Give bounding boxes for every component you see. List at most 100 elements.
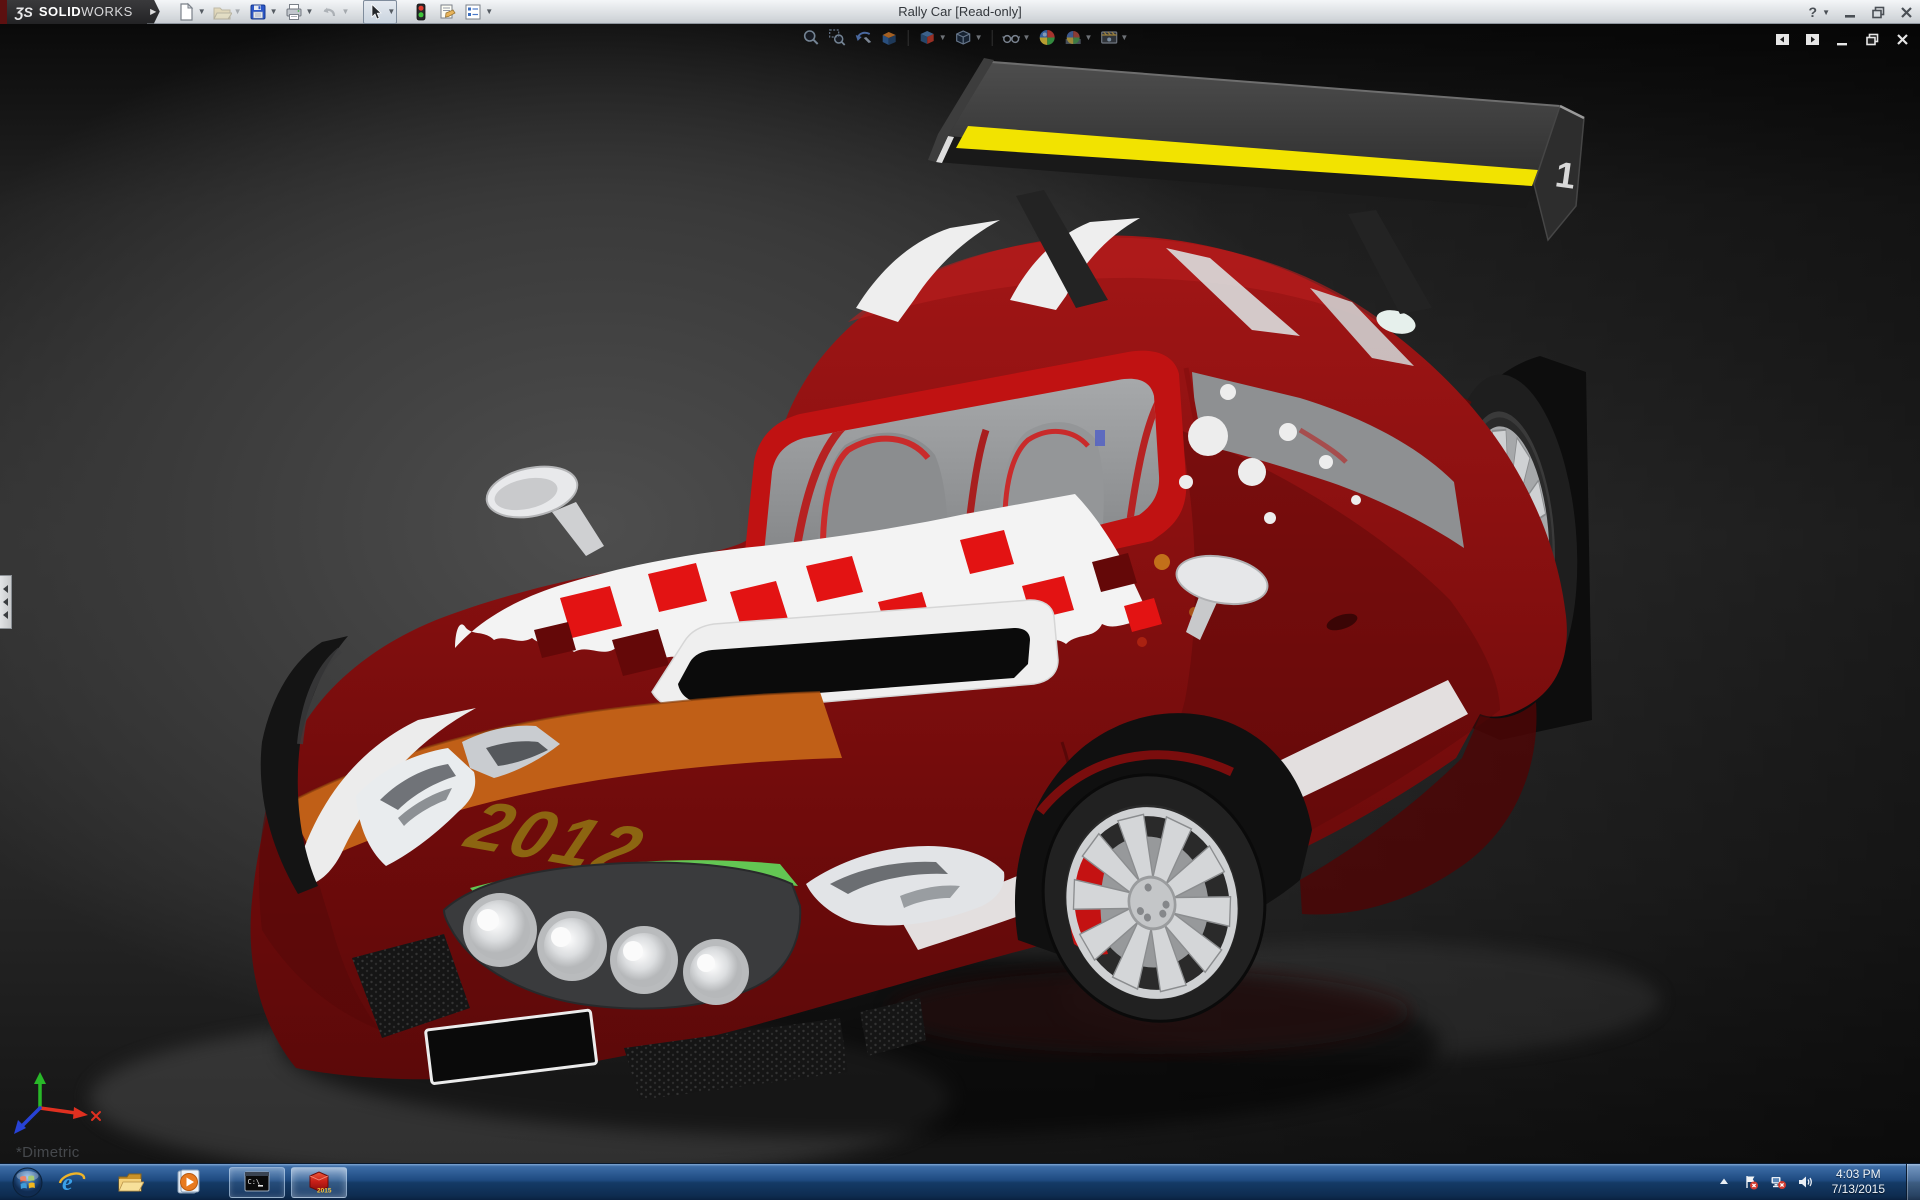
help-dropdown-arrow[interactable]: ▼ [1822,8,1830,17]
clock-date: 7/13/2015 [1832,1182,1885,1197]
zoom-to-area-button[interactable] [828,28,847,47]
collapse-arrow-icon [3,598,8,606]
display-style-dropdown-arrow[interactable]: ▼ [975,33,983,42]
file-properties-button[interactable] [435,0,459,24]
undo-button[interactable]: ▼ [317,0,351,24]
zoom-to-fit-icon [802,28,821,47]
edit-appearance-button[interactable] [1037,28,1056,47]
view-orientation-label: *Dimetric [16,1144,80,1161]
new-document-icon [176,2,196,22]
cmd-icon-text: C:\ [248,1178,261,1186]
feature-manager-collapsed-tab[interactable] [0,575,12,629]
action-center-icon[interactable] [1743,1174,1759,1190]
title-bar: ƷS SOLIDWORKS ▶ ▼ ▼ ▼ ▼ ▼ [0,0,1920,24]
taskbar-windows-explorer[interactable] [115,1167,145,1197]
headsup-view-toolbar: ▼ ▼ ▼ ▼ ▼ [802,28,1129,47]
orientation-triad [14,1072,100,1134]
solidworks-window: ƷS SOLIDWORKS ▶ ▼ ▼ ▼ ▼ ▼ [0,0,1920,1200]
doc-minimize-button[interactable] [1835,32,1850,47]
select-button[interactable]: ▼ [363,0,397,24]
solidworks-2015-icon: 2015 [306,1170,332,1194]
headsup-separator [908,30,909,46]
menu-flyout-button[interactable]: ▶ [147,0,160,24]
new-dropdown-arrow[interactable]: ▼ [198,7,206,16]
previous-view-icon [854,28,873,47]
show-right-pane-button[interactable] [1805,32,1820,47]
viewport-canvas[interactable]: ▼ ▼ ▼ ▼ ▼ [0,24,1920,1163]
apply-scene-dropdown-arrow[interactable]: ▼ [1084,33,1092,42]
system-tray: 4:03 PM 7/13/2015 [1716,1164,1920,1200]
zoom-to-fit-button[interactable] [802,28,821,47]
print-icon [284,2,304,22]
section-view-button[interactable] [880,28,899,47]
show-left-pane-button[interactable] [1775,32,1790,47]
mirror-left [482,459,604,556]
select-cursor-icon [365,2,385,22]
rally-car-model: 2012 [0,24,1920,1163]
show-desktop-button[interactable] [1906,1164,1920,1200]
doc-restore-button[interactable] [1865,32,1880,47]
volume-icon[interactable] [1797,1174,1813,1190]
select-dropdown-arrow[interactable]: ▼ [387,7,395,16]
display-style-button[interactable]: ▼ [954,28,983,47]
window-title: Rally Car [Read-only] [898,0,1022,24]
help-button[interactable]: ? [1809,4,1818,20]
folder-icon [116,1168,144,1196]
taskbar-clock[interactable]: 4:03 PM 7/13/2015 [1832,1167,1885,1197]
zoom-to-area-icon [828,28,847,47]
brand-accent [0,0,7,24]
open-dropdown-arrow[interactable]: ▼ [234,7,242,16]
open-button[interactable]: ▼ [210,0,244,24]
hide-show-items-icon [1002,28,1021,47]
network-status-icon[interactable] [1770,1174,1786,1190]
print-button[interactable]: ▼ [282,0,316,24]
restore-button[interactable] [1871,5,1886,20]
hide-show-items-button[interactable]: ▼ [1002,28,1031,47]
windows-taskbar: e [0,1163,1920,1200]
clock-time: 4:03 PM [1832,1167,1885,1182]
undo-arrow-icon [319,2,339,22]
close-button[interactable] [1899,5,1914,20]
save-floppy-icon [248,2,268,22]
internet-explorer-icon: e [58,1168,86,1196]
solidworks-logo: ƷS SOLIDWORKS [7,0,147,24]
view-settings-dropdown-arrow[interactable]: ▼ [1120,33,1128,42]
display-style-icon [954,28,973,47]
view-orientation-dropdown-arrow[interactable]: ▼ [939,33,947,42]
rebuild-button[interactable] [409,0,433,24]
view-settings-button[interactable]: ▼ [1099,28,1128,47]
headsup-separator [992,30,993,46]
print-dropdown-arrow[interactable]: ▼ [306,7,314,16]
undo-dropdown-arrow[interactable]: ▼ [341,7,349,16]
hide-show-items-dropdown-arrow[interactable]: ▼ [1023,33,1031,42]
apply-scene-button[interactable]: ▼ [1063,28,1092,47]
view-orientation-button[interactable]: ▼ [918,28,947,47]
rebuild-traffic-light-icon [411,2,431,22]
section-view-icon [880,28,899,47]
options-checklist-icon [463,2,483,22]
options-button[interactable]: ▼ [461,0,495,24]
pinned-apps: e [57,1167,203,1197]
show-hidden-icons-button[interactable] [1716,1174,1732,1190]
taskbar-internet-explorer[interactable]: e [57,1167,87,1197]
3ds-logo-mark: ƷS [15,4,33,20]
taskbar-command-prompt[interactable]: C:\ [229,1167,285,1198]
save-dropdown-arrow[interactable]: ▼ [270,7,278,16]
collapse-arrow-icon [3,585,8,593]
standard-toolbar: ▼ ▼ ▼ ▼ ▼ ▼ [174,0,495,24]
previous-view-button[interactable] [854,28,873,47]
window-controls: ? ▼ [1809,0,1914,24]
minimize-button[interactable] [1843,5,1858,20]
new-button[interactable]: ▼ [174,0,208,24]
open-folder-icon [212,2,232,22]
start-button[interactable] [12,1167,43,1198]
taskbar-media-player[interactable] [173,1167,203,1197]
taskbar-solidworks-2015[interactable]: 2015 [291,1167,347,1198]
document-window-controls [1775,32,1910,47]
doc-close-button[interactable] [1895,32,1910,47]
edit-appearance-icon [1037,28,1056,47]
save-button[interactable]: ▼ [246,0,280,24]
options-dropdown-arrow[interactable]: ▼ [485,7,493,16]
sw-icon-year: 2015 [317,1188,332,1195]
file-properties-icon [437,2,457,22]
